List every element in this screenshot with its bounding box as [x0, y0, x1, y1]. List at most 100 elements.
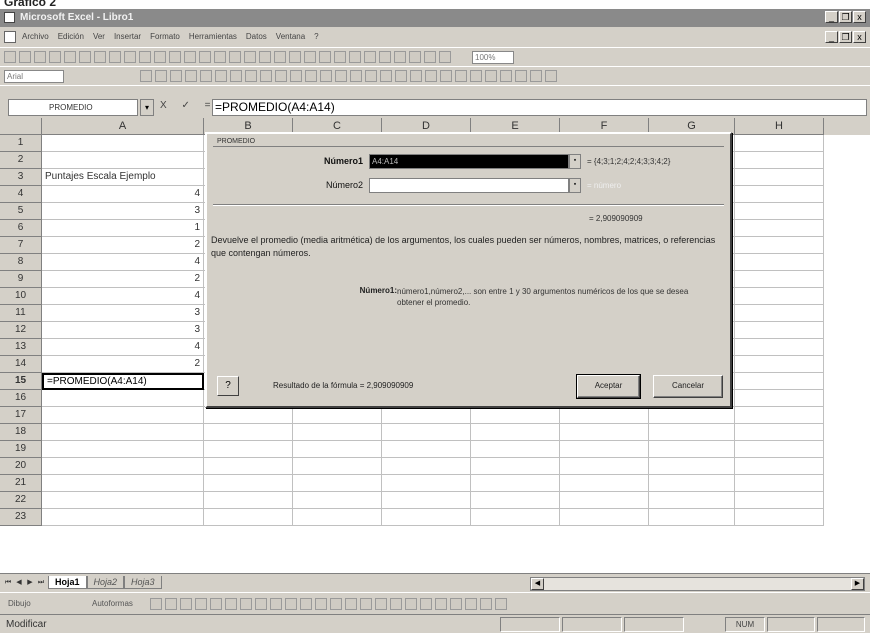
row-header[interactable]: 18	[0, 424, 42, 441]
cell[interactable]	[735, 492, 824, 509]
cell[interactable]	[204, 458, 293, 475]
format-button-icon[interactable]	[275, 70, 287, 82]
tab-nav-arrow-icon[interactable]: ⏮	[3, 577, 13, 589]
format-button-icon[interactable]	[200, 70, 212, 82]
cell[interactable]	[649, 424, 735, 441]
row-header[interactable]: 22	[0, 492, 42, 509]
toolbar-button-icon[interactable]	[319, 51, 331, 63]
autoshapes-menu[interactable]: Autoformas	[92, 599, 133, 608]
draw-tool-icon[interactable]	[465, 598, 477, 610]
arg1-input[interactable]: A4:A14	[369, 154, 569, 169]
menu-item[interactable]: Datos	[246, 32, 267, 41]
cell[interactable]	[204, 441, 293, 458]
draw-tool-icon[interactable]	[165, 598, 177, 610]
cell[interactable]	[204, 492, 293, 509]
cell[interactable]	[735, 424, 824, 441]
cell[interactable]	[649, 407, 735, 424]
restore-button[interactable]: ❐	[839, 11, 852, 23]
cell[interactable]	[649, 509, 735, 526]
cell-a12[interactable]: 3	[42, 322, 204, 339]
cell[interactable]	[204, 509, 293, 526]
draw-tool-icon[interactable]	[495, 598, 507, 610]
column-header[interactable]: A	[42, 118, 204, 135]
format-button-icon[interactable]	[185, 70, 197, 82]
cell[interactable]	[735, 509, 824, 526]
row-header[interactable]: 23	[0, 509, 42, 526]
doc-restore-button[interactable]: ❐	[839, 31, 852, 43]
font-select[interactable]: Arial	[4, 70, 64, 83]
row-header[interactable]: 17	[0, 407, 42, 424]
format-button-icon[interactable]	[440, 70, 452, 82]
toolbar-button-icon[interactable]	[169, 51, 181, 63]
toolbar-button-icon[interactable]	[79, 51, 91, 63]
cell[interactable]	[735, 271, 824, 288]
cell[interactable]	[382, 441, 471, 458]
cell[interactable]	[735, 322, 824, 339]
cell-a21[interactable]	[42, 475, 204, 492]
arg2-input[interactable]	[369, 178, 569, 193]
cell[interactable]	[649, 492, 735, 509]
minimize-button[interactable]: _	[825, 11, 838, 23]
cell[interactable]	[293, 441, 382, 458]
toolbar-button-icon[interactable]	[409, 51, 421, 63]
cell[interactable]	[293, 475, 382, 492]
toolbar-button-icon[interactable]	[124, 51, 136, 63]
toolbar-button-icon[interactable]	[439, 51, 451, 63]
cell-a5[interactable]: 3	[42, 203, 204, 220]
cell[interactable]	[471, 492, 560, 509]
format-button-icon[interactable]	[410, 70, 422, 82]
menu-item[interactable]: ?	[314, 32, 318, 41]
row-header[interactable]: 11	[0, 305, 42, 322]
cell-a20[interactable]	[42, 458, 204, 475]
toolbar-button-icon[interactable]	[244, 51, 256, 63]
draw-tool-icon[interactable]	[315, 598, 327, 610]
cell[interactable]	[735, 186, 824, 203]
row-header[interactable]: 12	[0, 322, 42, 339]
tab-nav-arrow-icon[interactable]: ⏭	[36, 577, 46, 589]
format-button-icon[interactable]	[155, 70, 167, 82]
row-header[interactable]: 8	[0, 254, 42, 271]
draw-tool-icon[interactable]	[150, 598, 162, 610]
format-button-icon[interactable]	[305, 70, 317, 82]
sheet-tab-hoja1[interactable]: Hoja1	[48, 576, 87, 589]
draw-tool-icon[interactable]	[210, 598, 222, 610]
cell[interactable]	[735, 373, 824, 390]
toolbar-button-icon[interactable]	[259, 51, 271, 63]
menu-item[interactable]: Insertar	[114, 32, 141, 41]
draw-tool-icon[interactable]	[390, 598, 402, 610]
toolbar-button-icon[interactable]	[304, 51, 316, 63]
collapse-icon[interactable]: ▪	[569, 178, 581, 193]
toolbar-button-icon[interactable]	[334, 51, 346, 63]
toolbar-button-icon[interactable]	[199, 51, 211, 63]
toolbar-button-icon[interactable]	[349, 51, 361, 63]
format-button-icon[interactable]	[455, 70, 467, 82]
cell-a13[interactable]: 4	[42, 339, 204, 356]
format-button-icon[interactable]	[500, 70, 512, 82]
horizontal-scrollbar[interactable]: ◀ ▶	[530, 577, 865, 591]
chevron-down-icon[interactable]: ▾	[140, 99, 154, 116]
cell-a11[interactable]: 3	[42, 305, 204, 322]
draw-tool-icon[interactable]	[450, 598, 462, 610]
cell-a15[interactable]: =PROMEDIO(A4:A14)	[42, 373, 204, 390]
row-header[interactable]: 19	[0, 441, 42, 458]
cell[interactable]	[560, 509, 649, 526]
cell[interactable]	[293, 407, 382, 424]
excel-app-icon[interactable]	[4, 12, 15, 23]
draw-tool-icon[interactable]	[360, 598, 372, 610]
cell[interactable]	[735, 407, 824, 424]
scroll-right-icon[interactable]: ▶	[851, 578, 864, 590]
collapse-icon[interactable]: ▪	[569, 154, 581, 169]
toolbar-button-icon[interactable]	[19, 51, 31, 63]
menu-item[interactable]: Herramientas	[189, 32, 237, 41]
cell[interactable]	[382, 475, 471, 492]
cell[interactable]	[735, 475, 824, 492]
cell[interactable]	[560, 424, 649, 441]
row-header[interactable]: 9	[0, 271, 42, 288]
toolbar-button-icon[interactable]	[184, 51, 196, 63]
cell-a10[interactable]: 4	[42, 288, 204, 305]
format-button-icon[interactable]	[380, 70, 392, 82]
toolbar-button-icon[interactable]	[289, 51, 301, 63]
row-header[interactable]: 6	[0, 220, 42, 237]
cell[interactable]	[735, 458, 824, 475]
cell[interactable]	[560, 475, 649, 492]
